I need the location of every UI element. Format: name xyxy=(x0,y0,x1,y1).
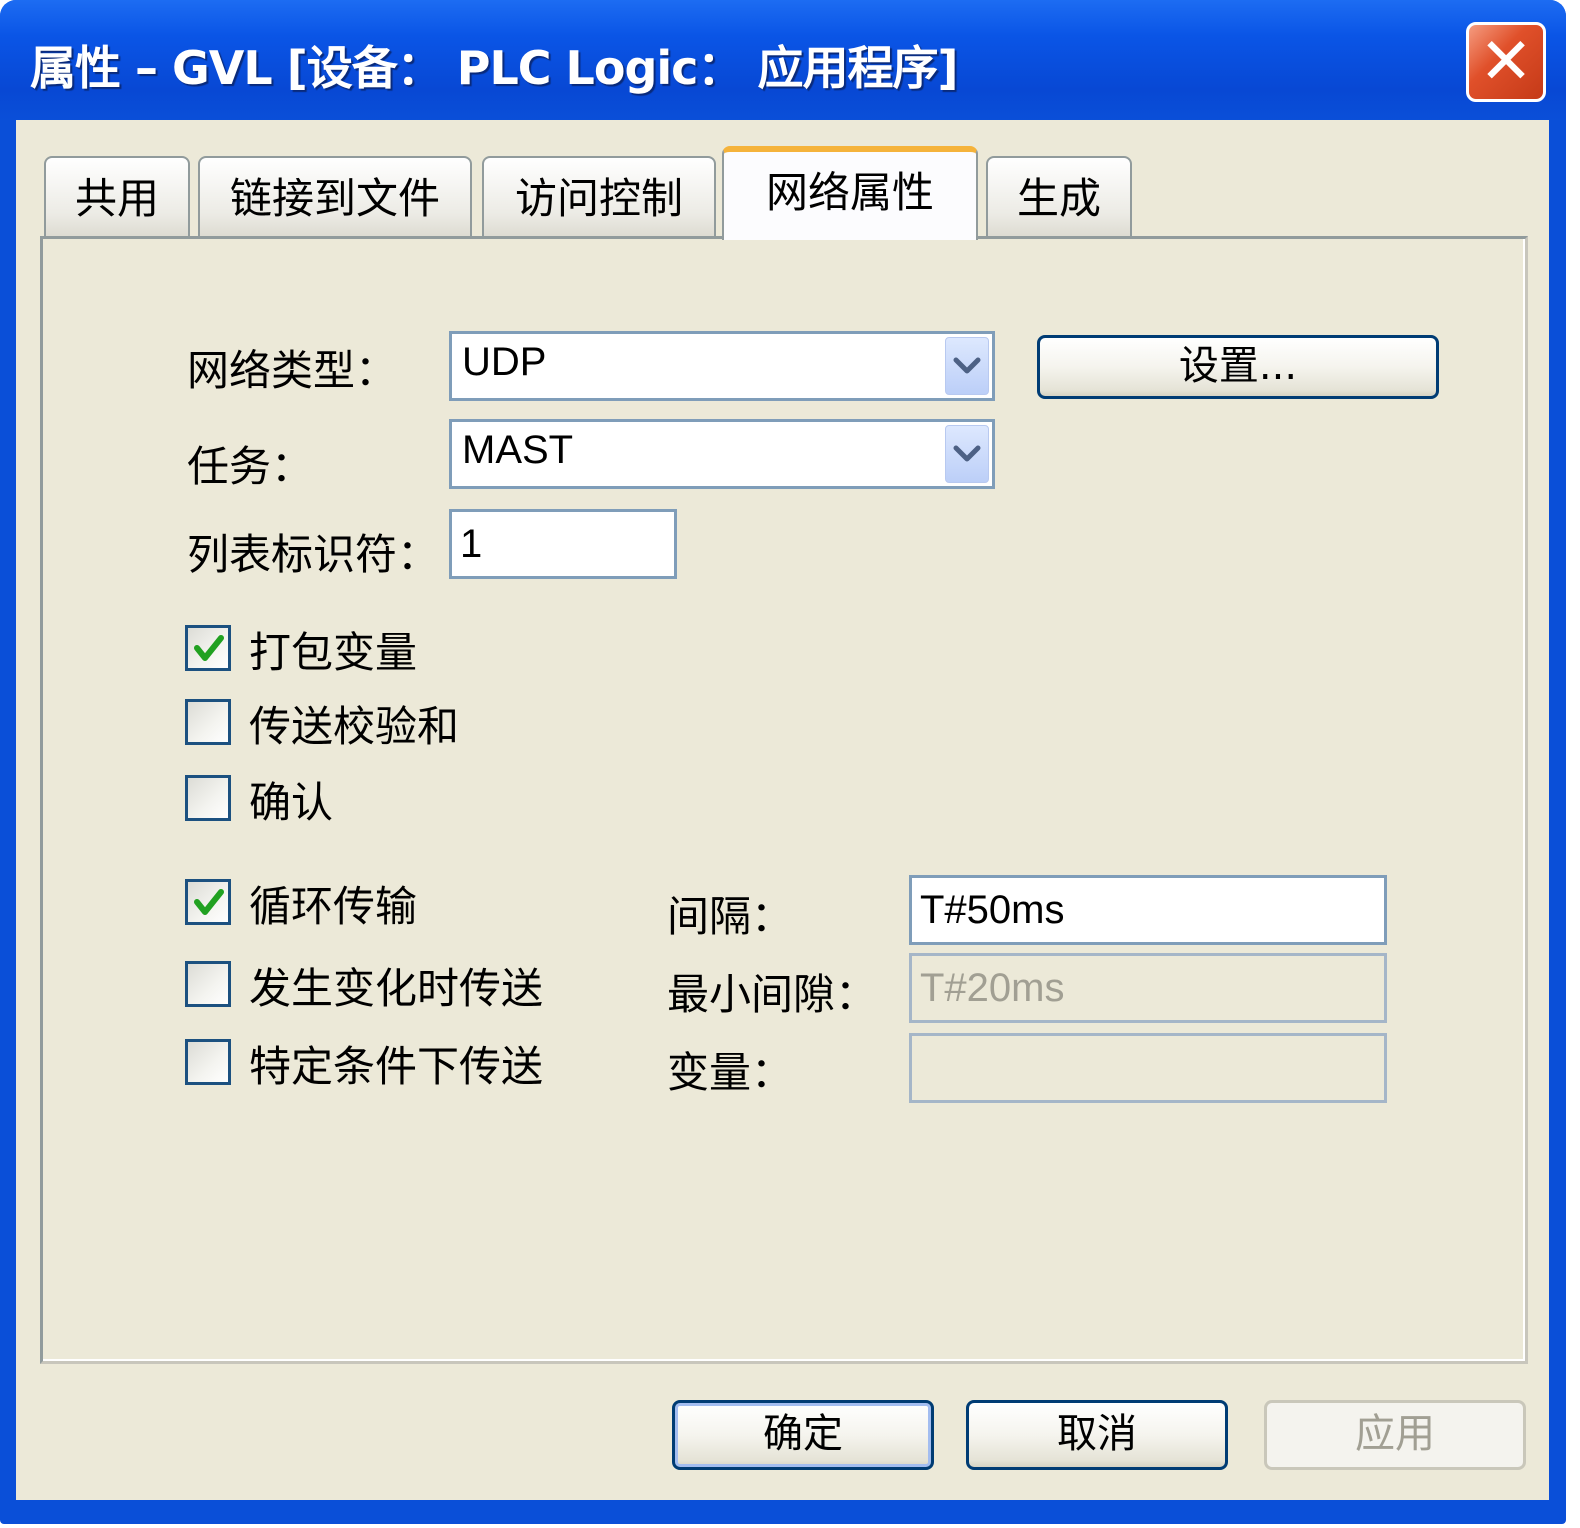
network-type-select[interactable]: UDP xyxy=(449,331,995,401)
transmit-checksum-label[interactable]: 传送校验和 xyxy=(249,693,459,754)
pack-variables-checkbox[interactable] xyxy=(185,625,231,671)
tab-label: 链接到文件 xyxy=(229,174,440,223)
task-select[interactable]: MAST xyxy=(449,419,995,489)
transmit-on-change-label[interactable]: 发生变化时传送 xyxy=(249,955,543,1016)
min-gap-label: 最小间隙： xyxy=(667,970,878,1019)
min-gap-input: T#20ms xyxy=(909,953,1387,1023)
tab-label: 生成 xyxy=(1016,174,1101,223)
tab-network-properties[interactable]: 网络属性 xyxy=(722,146,978,240)
chevron-down-icon[interactable] xyxy=(945,425,989,483)
tab-panel-network-properties: 网络类型： UDP 设置... 任务： MAST 列表标识符： 1 打包变量 传… xyxy=(40,236,1528,1364)
task-label: 任务： xyxy=(187,442,314,491)
interval-label: 间隔： xyxy=(667,892,794,941)
apply-button: 应用 xyxy=(1264,1400,1526,1470)
cyclic-transmission-checkbox[interactable] xyxy=(185,879,231,925)
acknowledge-checkbox[interactable] xyxy=(185,775,231,821)
list-id-value: 1 xyxy=(460,522,483,566)
transmit-on-change-checkbox[interactable] xyxy=(185,961,231,1007)
dialog-body: 共用 链接到文件 访问控制 网络属性 生成 网络类型： UDP 设置... 任务… xyxy=(16,120,1549,1500)
tab-label: 访问控制 xyxy=(514,174,683,223)
tab-label: 共用 xyxy=(74,174,159,223)
tab-build[interactable]: 生成 xyxy=(986,156,1132,238)
acknowledge-label[interactable]: 确认 xyxy=(249,769,333,830)
close-icon: ✕ xyxy=(1479,25,1533,99)
window-title: 属性 – GVL [设备： PLC Logic： 应用程序] xyxy=(30,41,958,95)
min-gap-value: T#20ms xyxy=(920,966,1065,1010)
variable-label: 变量： xyxy=(667,1048,794,1097)
tab-label: 网络属性 xyxy=(765,168,934,217)
pack-variables-label[interactable]: 打包变量 xyxy=(249,619,417,680)
chevron-down-icon[interactable] xyxy=(945,337,989,395)
properties-dialog: 属性 – GVL [设备： PLC Logic： 应用程序] ✕ 共用 链接到文… xyxy=(0,0,1566,1524)
interval-input[interactable]: T#50ms xyxy=(909,875,1387,945)
cancel-button[interactable]: 取消 xyxy=(966,1400,1228,1470)
checkmark-icon xyxy=(194,635,224,661)
list-id-input[interactable]: 1 xyxy=(449,509,677,579)
tab-link-to-file[interactable]: 链接到文件 xyxy=(198,156,472,238)
network-type-label: 网络类型： xyxy=(187,346,398,395)
ok-button[interactable]: 确定 xyxy=(672,1400,934,1470)
settings-button[interactable]: 设置... xyxy=(1037,335,1439,399)
list-id-label: 列表标识符： xyxy=(187,530,440,579)
close-button[interactable]: ✕ xyxy=(1466,22,1546,102)
tab-common[interactable]: 共用 xyxy=(44,156,190,238)
task-value: MAST xyxy=(462,428,574,472)
transmit-checksum-checkbox[interactable] xyxy=(185,699,231,745)
tab-access-control[interactable]: 访问控制 xyxy=(482,156,716,238)
transmit-on-event-label[interactable]: 特定条件下传送 xyxy=(249,1033,543,1094)
checkmark-icon xyxy=(194,889,224,915)
title-bar[interactable]: 属性 – GVL [设备： PLC Logic： 应用程序] ✕ xyxy=(0,0,1566,120)
variable-input xyxy=(909,1033,1387,1103)
interval-value: T#50ms xyxy=(920,888,1065,932)
cyclic-transmission-label[interactable]: 循环传输 xyxy=(249,873,417,934)
transmit-on-event-checkbox[interactable] xyxy=(185,1039,231,1085)
network-type-value: UDP xyxy=(462,340,547,384)
